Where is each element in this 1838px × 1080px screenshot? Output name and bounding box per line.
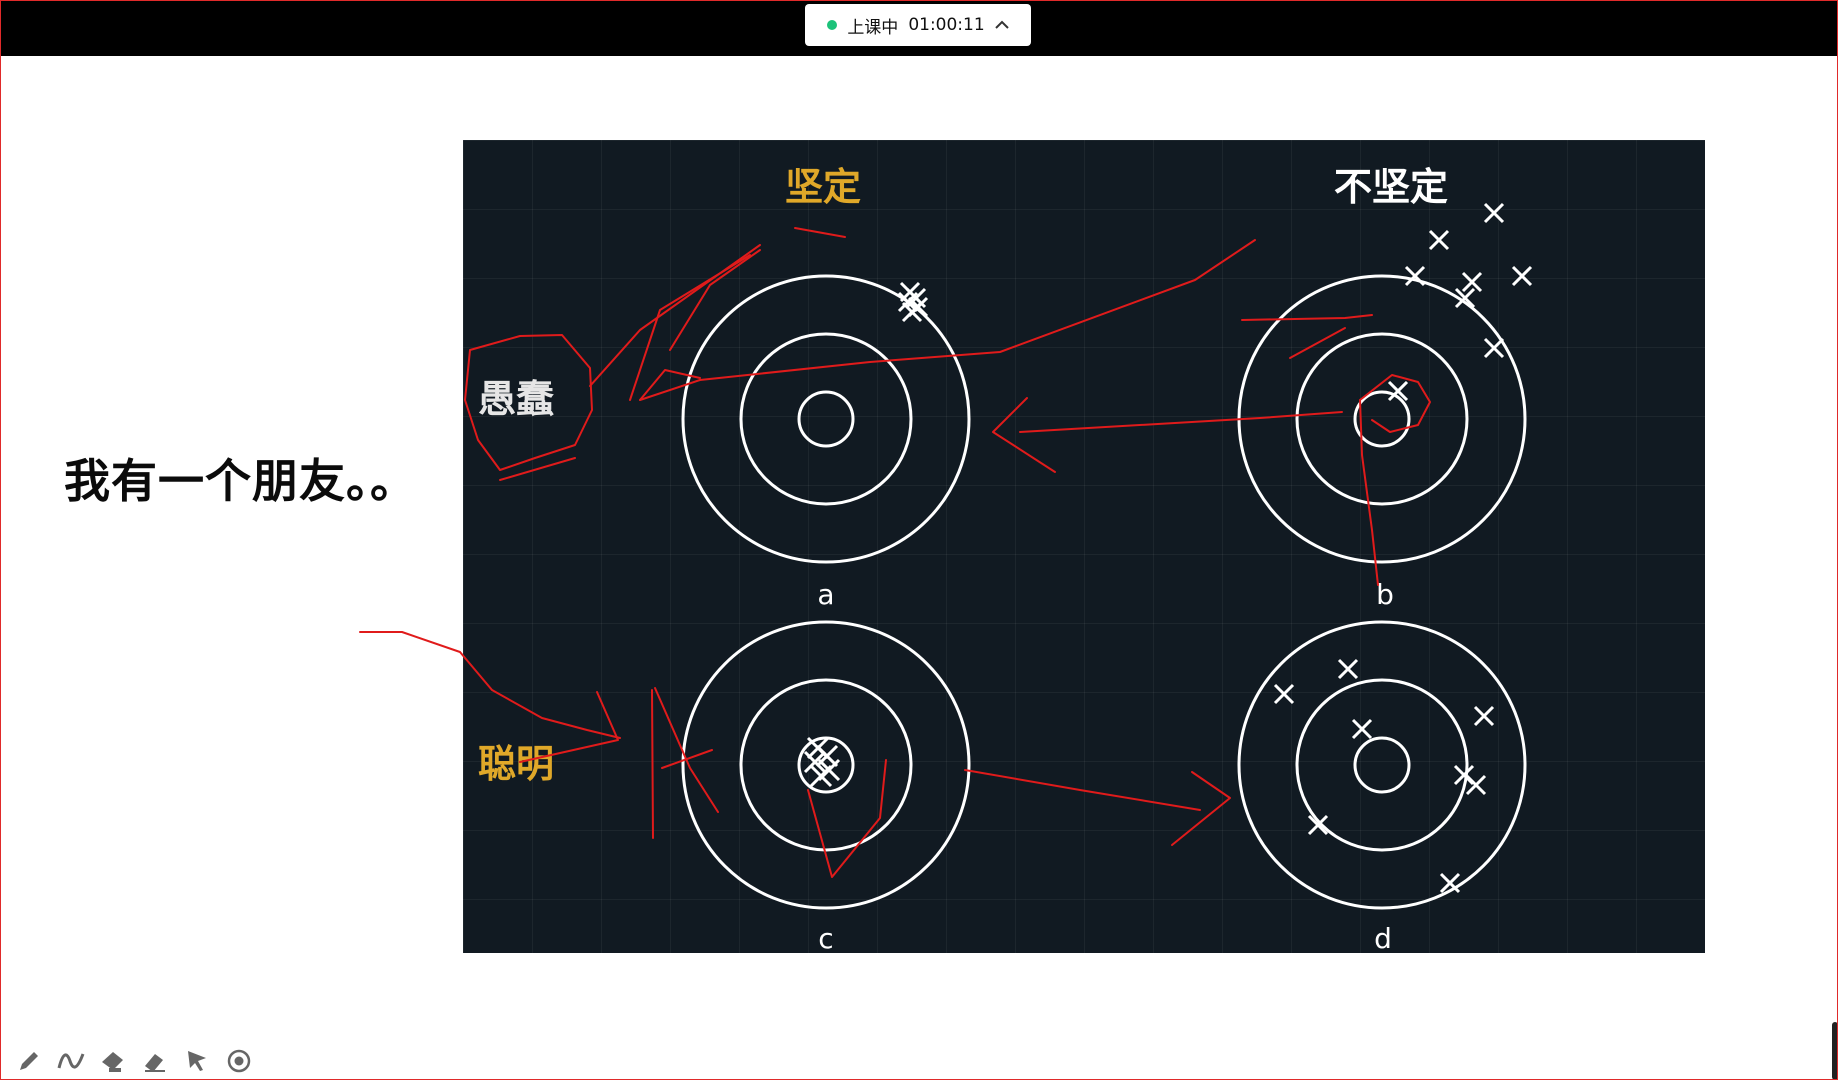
class-timer: 01:00:11 bbox=[908, 15, 985, 35]
hit-mark bbox=[1337, 658, 1359, 680]
row-label-foolish: 愚蠢 bbox=[478, 377, 554, 421]
hit-mark bbox=[1351, 718, 1373, 740]
hit-mark bbox=[1428, 229, 1450, 251]
hit-mark bbox=[1483, 202, 1505, 224]
target-label-d: d bbox=[1374, 922, 1392, 953]
hit-mark bbox=[1404, 265, 1426, 287]
slide-image: 坚定 不坚定 愚蠢 聪明 a b c d bbox=[463, 140, 1705, 953]
pointer-icon[interactable] bbox=[182, 1046, 212, 1076]
target-a bbox=[681, 274, 971, 564]
target-label-b: b bbox=[1376, 578, 1394, 611]
class-status-pill[interactable]: 上课中 01:00:11 bbox=[805, 4, 1031, 46]
targets-diagram: 坚定 不坚定 愚蠢 聪明 a b c d bbox=[478, 165, 1533, 953]
hit-mark bbox=[1483, 337, 1505, 359]
target-d bbox=[1237, 620, 1527, 910]
slide-caption: 我有一个朋友。。 bbox=[64, 454, 417, 508]
drawing-toolbar bbox=[14, 1046, 254, 1076]
hit-marks bbox=[803, 202, 1533, 894]
live-dot-icon bbox=[827, 20, 838, 30]
chevron-up-icon[interactable] bbox=[994, 20, 1009, 30]
hit-mark bbox=[1511, 265, 1533, 287]
laser-icon[interactable] bbox=[224, 1046, 254, 1076]
curve-icon[interactable] bbox=[56, 1046, 86, 1076]
header-firm: 坚定 bbox=[785, 165, 861, 209]
target-label-c: c bbox=[818, 922, 833, 953]
highlighter-icon[interactable] bbox=[98, 1046, 128, 1076]
hit-mark bbox=[1473, 705, 1495, 727]
hit-mark bbox=[1465, 774, 1487, 796]
target-b bbox=[1237, 274, 1527, 564]
eraser-icon[interactable] bbox=[140, 1046, 170, 1076]
scrollbar-handle[interactable] bbox=[1832, 1022, 1838, 1080]
pen-icon[interactable] bbox=[14, 1046, 44, 1076]
hit-mark bbox=[1273, 683, 1295, 705]
header-not-firm: 不坚定 bbox=[1334, 165, 1448, 209]
class-status-label: 上课中 bbox=[847, 17, 899, 38]
target-label-a: a bbox=[817, 578, 834, 611]
row-label-smart: 聪明 bbox=[478, 742, 554, 786]
hit-mark bbox=[1461, 271, 1483, 293]
